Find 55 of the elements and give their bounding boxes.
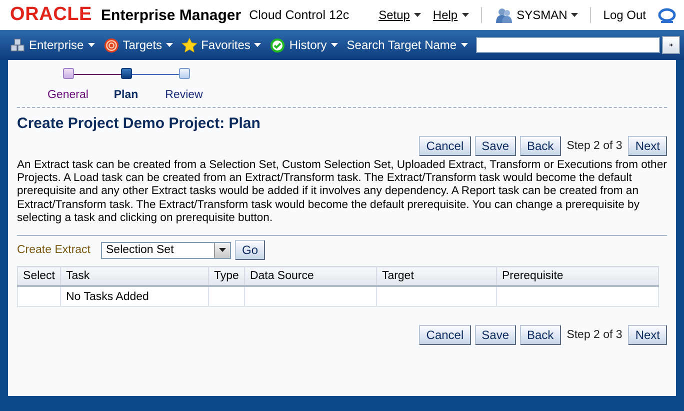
edition-label: Cloud Control 12c <box>249 8 350 22</box>
column-header: Task <box>60 266 208 286</box>
caret-icon <box>166 43 174 47</box>
caret-icon <box>462 13 469 17</box>
header-menu[interactable]: Setup <box>378 8 421 22</box>
next-button[interactable]: Next <box>628 136 667 156</box>
description-text: An Extract task can be created from a Selection Set, Custom Selection Set, Uploaded Extract, Transform or Executions from other Projects. A Load task can be created from an Extract/Transform task. The Extract/Transform task would become the default prerequisite and any other Extract tasks would be added if it involves any dependency. A Report task can be created from an Extract/Transform task. The Extract/Transform task would become the default prerequisite. You can change a prerequisite by selecting a task and clicking on prerequisite button. <box>17 159 667 226</box>
step-indicator: Step 2 of 3 <box>566 140 622 152</box>
column-header: Target <box>376 266 496 286</box>
go-button[interactable]: Go <box>235 240 266 260</box>
train-label[interactable]: General <box>48 89 88 101</box>
search-type-menu[interactable]: Search Target Name <box>346 38 468 52</box>
caret-icon <box>571 13 578 17</box>
table-cell: No Tasks Added <box>60 286 208 307</box>
user-menu[interactable]: SYSMAN <box>496 7 578 23</box>
search-field[interactable] <box>476 37 660 53</box>
create-extract-label: Create Extract <box>17 244 92 256</box>
nav-menu[interactable]: Favorites <box>182 38 262 52</box>
back-button[interactable]: Back <box>520 325 561 346</box>
target-icon <box>104 38 119 52</box>
logout-link[interactable]: Log Out <box>603 8 646 22</box>
oracle-logo: ORACLE <box>10 4 92 26</box>
column-header: Data Source <box>244 266 376 286</box>
train-label: Plan <box>114 89 138 101</box>
save-button[interactable]: Save <box>474 325 516 346</box>
check-circle-icon <box>270 38 286 52</box>
cancel-button[interactable]: Cancel <box>419 136 471 156</box>
step-indicator: Step 2 of 3 <box>566 329 622 342</box>
caret-icon <box>254 43 262 47</box>
caret-icon <box>414 13 421 17</box>
user-icon <box>496 7 513 23</box>
caret-icon <box>88 43 95 47</box>
page-title: Create Project Demo Project: Plan <box>17 115 262 132</box>
save-button[interactable]: Save <box>474 136 516 156</box>
column-header: Prerequisite <box>496 266 658 286</box>
nav-menu[interactable]: Enterprise <box>10 38 95 52</box>
extract-type-dropdown[interactable]: Selection Set <box>101 242 231 259</box>
next-button[interactable]: Next <box>628 325 667 346</box>
cubes-icon <box>10 38 25 52</box>
column-header: Select <box>18 266 60 286</box>
star-icon <box>182 38 198 52</box>
oracle-ring-icon <box>658 6 676 24</box>
train-stop[interactable] <box>120 68 132 79</box>
train-label[interactable]: Review <box>165 89 203 101</box>
caret-icon <box>330 43 338 47</box>
header-menu[interactable]: Help <box>432 8 469 22</box>
back-button[interactable]: Back <box>520 136 561 156</box>
caret-icon <box>219 248 226 252</box>
nav-menu[interactable]: Targets <box>104 38 174 52</box>
caret-icon <box>460 43 468 47</box>
column-header: Type <box>208 266 244 286</box>
search-go-button[interactable] <box>662 36 680 54</box>
cancel-button[interactable]: Cancel <box>419 325 471 346</box>
product-name: Enterprise Manager <box>101 6 242 24</box>
nav-menu[interactable]: History <box>270 38 338 52</box>
